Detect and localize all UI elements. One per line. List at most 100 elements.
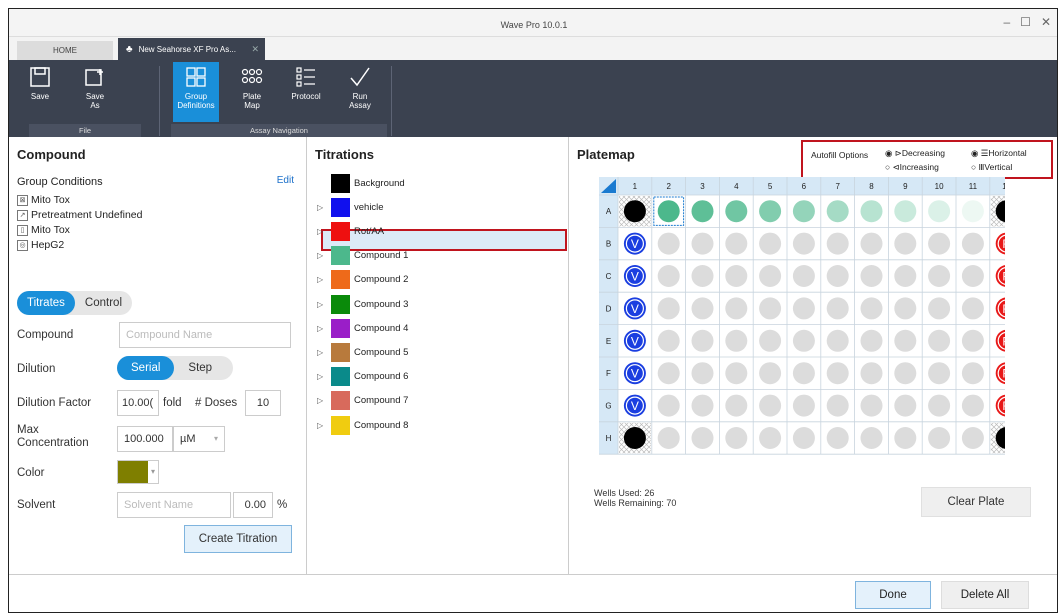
group-definitions-button[interactable]: Group Definitions (173, 62, 219, 122)
well-D8[interactable] (860, 297, 883, 320)
well-G7[interactable] (826, 394, 849, 417)
well-E6[interactable] (792, 329, 815, 352)
row-header[interactable]: A (606, 207, 612, 216)
expand-arrow-icon[interactable]: ▷ (317, 421, 331, 430)
well-B10[interactable] (928, 232, 951, 255)
well-H3[interactable] (691, 427, 714, 449)
well-A9[interactable] (894, 200, 917, 223)
expand-arrow-icon[interactable]: ▷ (317, 251, 331, 260)
create-titration-button[interactable]: Create Titration (184, 525, 292, 553)
well-B11[interactable] (961, 232, 984, 255)
column-header[interactable]: 5 (768, 182, 773, 191)
well-G6[interactable] (792, 394, 815, 417)
titration-item[interactable]: ▷ Compound 1 (317, 246, 408, 266)
well-G8[interactable] (860, 394, 883, 417)
well-D5[interactable] (759, 297, 782, 320)
protocol-button[interactable]: Protocol (283, 62, 329, 122)
well-G11[interactable] (961, 394, 984, 417)
titration-item[interactable]: ▷ vehicle (317, 197, 384, 217)
well-E2[interactable] (657, 329, 680, 352)
well-C9[interactable] (894, 265, 917, 287)
horizontal-radio[interactable]: ◉ ☰Horizontal (971, 148, 1027, 159)
well-A3[interactable] (691, 200, 714, 223)
titration-item[interactable]: ▷ Compound 2 (317, 270, 408, 290)
well-G4[interactable] (725, 394, 748, 417)
titration-item[interactable]: ▷ Compound 6 (317, 367, 408, 387)
well-F10[interactable] (928, 362, 951, 385)
clear-plate-button[interactable]: Clear Plate (921, 487, 1031, 517)
column-header[interactable]: 1 (633, 182, 638, 191)
well-E11[interactable] (961, 329, 984, 352)
doses-input[interactable]: 10 (245, 390, 281, 416)
row-header[interactable]: C (606, 272, 612, 281)
well-C7[interactable] (826, 265, 849, 287)
well-C4[interactable] (725, 265, 748, 287)
well-E7[interactable] (826, 329, 849, 352)
solvent-name-input[interactable]: Solvent Name (117, 492, 231, 518)
save-as-button[interactable]: Save As (72, 62, 118, 122)
titration-item[interactable]: ▷ Compound 3 (317, 294, 408, 314)
well-D4[interactable] (725, 297, 748, 320)
column-header[interactable]: 9 (903, 182, 908, 191)
plate-grid[interactable]: 123456789101112ABCDEFGHVRVRVRVRVRVR (599, 177, 1005, 473)
close-button[interactable]: ✕ (1041, 15, 1051, 29)
well-B3[interactable] (691, 232, 714, 255)
plate-map-button[interactable]: Plate Map (229, 62, 275, 122)
titration-item[interactable]: ▷ Compound 5 (317, 342, 408, 362)
column-header[interactable]: 3 (700, 182, 705, 191)
tab-close-icon[interactable]: ✕ (251, 44, 259, 55)
well-C8[interactable] (860, 265, 883, 287)
delete-all-button[interactable]: Delete All (941, 581, 1029, 609)
well-E9[interactable] (894, 329, 917, 352)
tab-home[interactable]: HOME (17, 41, 113, 60)
column-header[interactable]: 6 (802, 182, 807, 191)
well-G3[interactable] (691, 394, 714, 417)
increasing-radio[interactable]: ○ ⊲Increasing (885, 162, 939, 173)
minimize-button[interactable]: – (1003, 15, 1010, 29)
run-assay-button[interactable]: Run Assay (337, 62, 383, 122)
column-header[interactable]: 2 (666, 182, 671, 191)
row-header[interactable]: F (606, 369, 611, 378)
well-D3[interactable] (691, 297, 714, 320)
expand-arrow-icon[interactable]: ▷ (317, 300, 331, 309)
well-G5[interactable] (759, 394, 782, 417)
column-header[interactable]: 10 (935, 182, 944, 191)
well-H9[interactable] (894, 427, 917, 449)
well-E4[interactable] (725, 329, 748, 352)
dilution-factor-input[interactable]: 10.00( (117, 390, 159, 416)
serial-option[interactable]: Serial (117, 356, 175, 380)
well-D7[interactable] (826, 297, 849, 320)
well-F2[interactable] (657, 362, 680, 385)
well-H2[interactable] (657, 427, 680, 449)
column-header[interactable]: 4 (734, 182, 739, 191)
well-H1[interactable] (623, 427, 646, 449)
expand-arrow-icon[interactable]: ▷ (317, 227, 331, 236)
well-F9[interactable] (894, 362, 917, 385)
well-E5[interactable] (759, 329, 782, 352)
well-B9[interactable] (894, 232, 917, 255)
expand-arrow-icon[interactable]: ▷ (317, 396, 331, 405)
max-concentration-input[interactable]: 100.000 (117, 426, 173, 452)
row-header[interactable]: D (606, 304, 612, 313)
well-B7[interactable] (826, 232, 849, 255)
well-F6[interactable] (792, 362, 815, 385)
well-F8[interactable] (860, 362, 883, 385)
well-F5[interactable] (759, 362, 782, 385)
well-C5[interactable] (759, 265, 782, 287)
well-H10[interactable] (928, 427, 951, 449)
well-E3[interactable] (691, 329, 714, 352)
titration-item[interactable]: ▷ Compound 7 (317, 391, 408, 411)
column-header[interactable]: 11 (969, 182, 978, 191)
well-A1[interactable] (623, 200, 646, 223)
done-button[interactable]: Done (855, 581, 931, 609)
edit-link[interactable]: Edit (277, 175, 294, 186)
well-G10[interactable] (928, 394, 951, 417)
titration-item[interactable]: ▷ Compound 4 (317, 318, 408, 338)
step-option[interactable]: Step (174, 356, 226, 380)
well-A8[interactable] (860, 200, 883, 223)
row-header[interactable]: H (606, 434, 612, 443)
decreasing-radio[interactable]: ◉ ⊳Decreasing (885, 148, 945, 159)
well-B4[interactable] (725, 232, 748, 255)
well-A10[interactable] (928, 200, 951, 223)
well-D10[interactable] (928, 297, 951, 320)
